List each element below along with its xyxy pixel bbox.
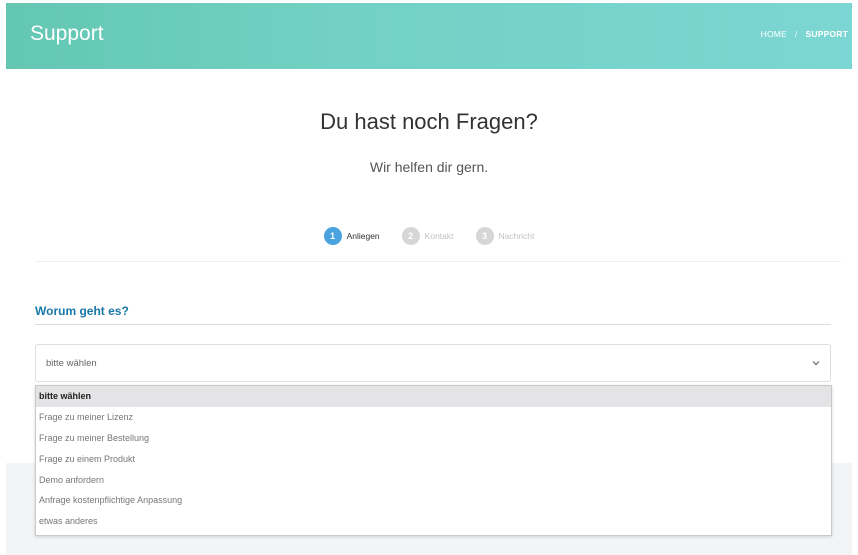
hero-subline: Wir helfen dir gern. xyxy=(369,159,489,175)
hero-headline: Du hast noch Fragen? xyxy=(320,109,538,134)
breadcrumb: HOME / SUPPORT xyxy=(761,29,848,39)
dropdown-option[interactable]: Demo anfordern xyxy=(36,470,831,491)
dropdown-option[interactable]: Anfrage kostenpflichtige Anpassung xyxy=(36,490,831,511)
select-current-value: bitte wählen xyxy=(46,358,97,369)
dropdown-option[interactable]: etwas anderes xyxy=(36,511,831,532)
breadcrumb-home-link[interactable]: HOME xyxy=(761,29,787,39)
chevron-down-icon xyxy=(812,361,820,366)
divider xyxy=(35,261,841,262)
step-indicator: 1 Anliegen 2 Kontakt 3 Nachricht xyxy=(6,227,852,245)
dropdown-option[interactable]: Frage zu meiner Bestellung xyxy=(36,428,831,449)
dropdown-option[interactable]: Frage zu einem Produkt xyxy=(36,449,831,470)
page-title: Support xyxy=(30,22,104,45)
step-nachricht: 3 Nachricht xyxy=(475,227,535,245)
dropdown-option[interactable]: Frage zu meiner Lizenz xyxy=(36,407,831,428)
step-number: 1 xyxy=(323,227,342,245)
topic-select[interactable]: bitte wählen xyxy=(35,344,831,382)
step-kontakt: 2 Kontakt xyxy=(401,227,454,245)
page-header: Support HOME / SUPPORT xyxy=(6,3,852,69)
step-label: Kontakt xyxy=(424,231,454,241)
page: Support HOME / SUPPORT Du hast noch Fragen… xyxy=(6,3,852,555)
topic-dropdown-list: bitte wählen Frage zu meiner Lizenz Frag… xyxy=(35,385,832,536)
section-divider xyxy=(35,324,831,325)
step-label: Anliegen xyxy=(346,231,380,241)
breadcrumb-current: SUPPORT xyxy=(805,29,848,39)
breadcrumb-separator: / xyxy=(794,29,798,39)
step-number: 3 xyxy=(475,227,494,245)
step-number: 2 xyxy=(401,227,420,245)
section-title: Worum geht es? xyxy=(35,304,129,318)
step-label: Nachricht xyxy=(498,231,535,241)
step-anliegen: 1 Anliegen xyxy=(323,227,380,245)
dropdown-option[interactable]: bitte wählen xyxy=(36,386,831,407)
